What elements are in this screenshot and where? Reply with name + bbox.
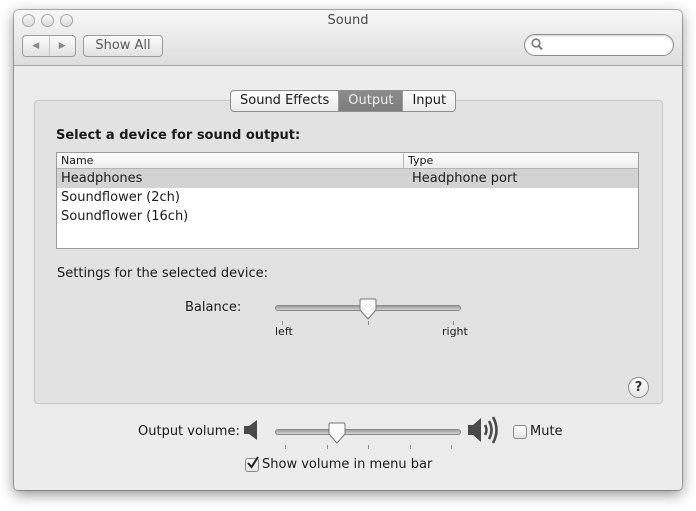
- show-all-button[interactable]: Show All: [83, 35, 163, 57]
- tab-output[interactable]: Output: [338, 91, 403, 111]
- tab-input[interactable]: Input: [402, 91, 455, 111]
- title-bar: Sound ◀ ▶ Show All: [14, 10, 682, 66]
- balance-label: Balance:: [185, 300, 242, 315]
- checkmark-icon: [247, 456, 259, 469]
- device-name: Soundflower (2ch): [61, 190, 180, 205]
- volume-tick: [409, 445, 411, 449]
- section-title: Select a device for sound output:: [56, 128, 301, 143]
- table-row[interactable]: Headphones Headphone port: [57, 169, 638, 188]
- triangle-left-icon: ◀: [32, 41, 40, 51]
- speaker-high-icon[interactable]: [467, 415, 501, 445]
- forward-button[interactable]: ▶: [48, 36, 76, 56]
- device-name: Soundflower (16ch): [61, 209, 189, 224]
- tab-sound-effects[interactable]: Sound Effects: [231, 91, 338, 111]
- device-name: Headphones: [61, 171, 143, 186]
- balance-min-label: left: [275, 325, 293, 338]
- balance-slider-thumb[interactable]: [359, 298, 377, 320]
- triangle-right-icon: ▶: [58, 41, 66, 51]
- volume-tick: [326, 445, 328, 449]
- back-button[interactable]: ◀: [23, 36, 49, 56]
- volume-tick: [285, 445, 286, 449]
- tab-panel: [34, 100, 663, 404]
- column-header-type[interactable]: Type: [404, 153, 433, 168]
- speaker-low-icon[interactable]: [243, 419, 259, 441]
- volume-slider-track: [275, 429, 461, 435]
- output-volume-slider[interactable]: [275, 422, 461, 449]
- show-volume-label[interactable]: Show volume in menu bar: [262, 457, 432, 472]
- balance-tick-center: [368, 321, 369, 325]
- volume-tick: [451, 445, 452, 449]
- volume-slider-thumb[interactable]: [328, 422, 346, 444]
- back-forward-control: ◀ ▶: [22, 35, 76, 57]
- output-volume-label: Output volume:: [138, 424, 240, 439]
- mute-checkbox[interactable]: [513, 425, 527, 439]
- device-type: [408, 207, 412, 226]
- search-input[interactable]: [547, 36, 669, 54]
- tab-bar: Sound Effects Output Input: [230, 90, 457, 112]
- table-row[interactable]: Soundflower (16ch): [57, 207, 638, 226]
- device-table[interactable]: Name Type Headphones Headphone port Soun…: [56, 152, 639, 249]
- balance-slider[interactable]: [275, 298, 461, 325]
- volume-tick: [368, 445, 369, 449]
- show-volume-checkbox[interactable]: [245, 456, 259, 472]
- mute-label[interactable]: Mute: [530, 424, 563, 439]
- device-type: Headphone port: [412, 171, 518, 186]
- column-header-name[interactable]: Name: [57, 153, 404, 168]
- help-button[interactable]: ?: [628, 377, 649, 398]
- balance-max-label: right: [442, 325, 468, 338]
- search-field[interactable]: [524, 34, 674, 56]
- table-header: Name Type: [57, 153, 638, 169]
- device-type: [408, 188, 412, 207]
- magnifier-icon: [531, 38, 543, 51]
- window-title: Sound: [327, 13, 369, 28]
- settings-label: Settings for the selected device:: [57, 266, 269, 281]
- table-row[interactable]: Soundflower (2ch): [57, 188, 638, 207]
